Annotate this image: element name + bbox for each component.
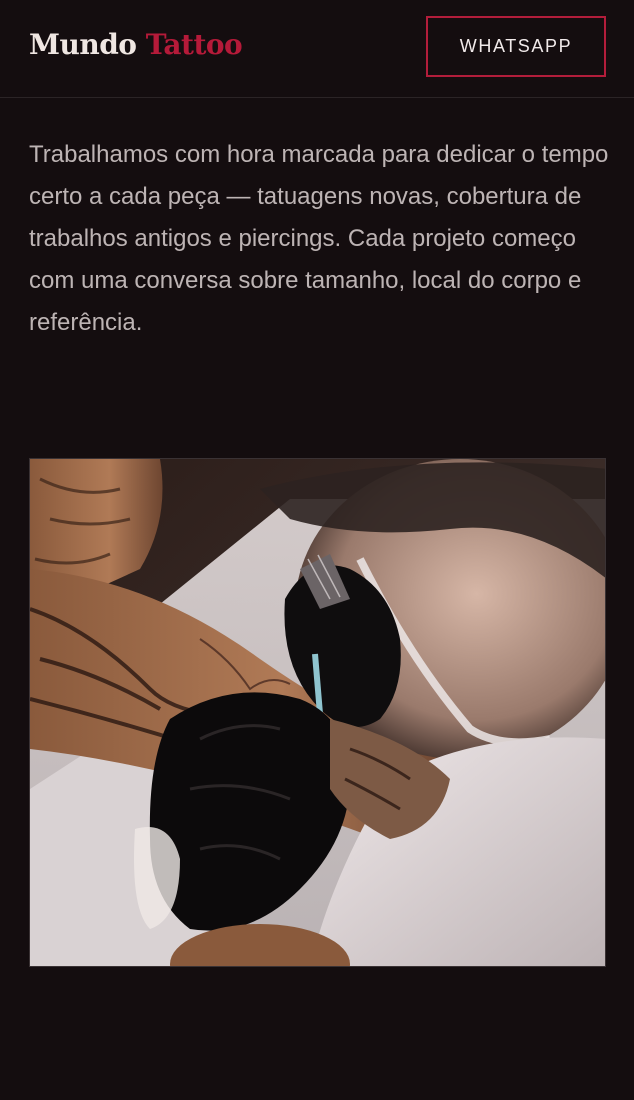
photo-illustration	[30, 459, 605, 966]
logo[interactable]: Mundo Tattoo	[29, 27, 243, 63]
tattoo-artist-photo	[29, 458, 606, 967]
intro-paragraph: Trabalhamos com hora marcada para dedica…	[29, 141, 609, 336]
logo-word-mundo: Mundo	[29, 28, 137, 61]
whatsapp-button[interactable]: WHATSAPP	[426, 16, 606, 77]
site-header: Mundo Tattoo WHATSAPP	[0, 0, 634, 98]
logo-word-tattoo: Tattoo	[145, 28, 243, 61]
